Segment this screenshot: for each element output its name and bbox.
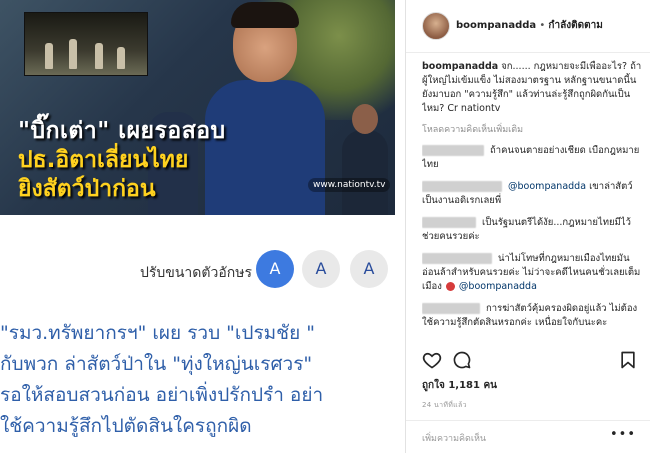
comment-item: @boompanadda เขาล่าสัตว์เป็นงานอดิเรกเลย… [422, 180, 644, 208]
following-button[interactable]: กำลังติดตาม [548, 20, 602, 31]
article-line: ใช้ความรู้สึกไปตัดสินใครถูกผิด [0, 415, 252, 437]
angry-emoji-icon [445, 282, 455, 291]
redacted-username [422, 217, 476, 228]
comment-item: ถ้าคนจนตายอย่างเชียด เบือกฎหมายไทย [422, 144, 644, 172]
article-line: กับพวก ล่าสัตว์ป่าใน "ทุ่งใหญ่นเรศวร" [0, 353, 313, 375]
add-comment-input[interactable]: เพิ่มความคิดเห็น [422, 431, 486, 445]
article-hero-image: "บิ๊กเต่า" เผยรอสอบ ปธ.อิตาเลี่ยนไทย ยิง… [0, 0, 395, 215]
post-timestamp: 24 นาทีที่แล้ว [422, 401, 467, 409]
likes-count[interactable]: ถูกใจ 1,181 คน [422, 378, 497, 393]
username-link[interactable]: boompanadda [456, 20, 536, 31]
font-size-medium-button[interactable]: A [302, 250, 340, 288]
more-options-icon[interactable]: ••• [610, 427, 636, 442]
font-size-label: ปรับขนาดตัวอักษร [140, 265, 252, 281]
load-more-comments-link[interactable]: โหลดความคิดเห็นเพิ่มเติม [422, 122, 644, 136]
article-line: "รมว.ทรัพยากรฯ" เผย รวบ "เปรมชัย " [0, 322, 315, 344]
redacted-username [422, 181, 502, 192]
comment-mention[interactable]: @boompanadda [459, 281, 537, 292]
comment-item: เป็นรัฐมนตรีได้งัย...กฎหมายไทยมีไว้ช่วยค… [422, 216, 644, 244]
nationtv-logo: www.nationtv.tv [308, 178, 391, 192]
comments-list: boompanadda จก...... กฎหมายจะมีเพื่ออะไร… [422, 60, 644, 340]
post-caption: boompanadda จก...... กฎหมายจะมีเพื่ออะไร… [422, 60, 644, 116]
heart-icon[interactable] [422, 350, 442, 370]
comment-icon[interactable] [452, 350, 472, 370]
comment-item: การฆ่าสัตว์คุ้มครองผิดอยู่แล้ว ไม่ต้องใช… [422, 302, 644, 330]
comment-item: น่าไม่โทษที่กฎหมายเมืองไทยมันอ่อนล้าสำหร… [422, 252, 644, 294]
post-username-row: boompanadda • กำลังติดตาม [456, 18, 603, 33]
avatar[interactable] [422, 12, 450, 40]
redacted-username [422, 303, 480, 314]
post-header: boompanadda • กำลังติดตาม [406, 0, 650, 53]
headline-line-1: "บิ๊กเต่า" เผยรอสอบ [18, 118, 226, 144]
separator-dot: • [536, 20, 549, 31]
headline-line-2: ปธ.อิตาเลี่ยนไทย [18, 147, 189, 173]
post-actions [422, 350, 644, 374]
font-size-large-button[interactable]: A [350, 250, 388, 288]
redacted-username [422, 253, 492, 264]
redacted-username [422, 145, 484, 156]
comment-mention[interactable]: @boompanadda [508, 181, 586, 192]
headline-line-3: ยิงสัตว์ป่าก่อน [18, 176, 156, 202]
add-comment-bar: เพิ่มความคิดเห็น ••• [406, 420, 650, 454]
caption-username[interactable]: boompanadda [422, 61, 498, 72]
font-size-controls: ปรับขนาดตัวอักษร A A A [0, 248, 395, 292]
article-line: รอให้สอบสวนก่อน อย่าเพิ่งปรักปรำ อย่า [0, 384, 324, 406]
article-body: "รมว.ทรัพยากรฯ" เผย รวบ "เปรมชัย " กับพว… [0, 318, 395, 442]
hero-headline: "บิ๊กเต่า" เผยรอสอบ ปธ.อิตาเลี่ยนไทย ยิง… [18, 120, 226, 201]
font-size-small-button[interactable]: A [256, 250, 294, 288]
hero-background-woman [342, 104, 388, 215]
bookmark-icon[interactable] [618, 350, 638, 370]
article-panel: "บิ๊กเต่า" เผยรอสอบ ปธ.อิตาเลี่ยนไทย ยิง… [0, 0, 405, 453]
instagram-panel: boompanadda • กำลังติดตาม boompanadda จก… [406, 0, 650, 453]
hero-inset-photo [24, 12, 148, 76]
